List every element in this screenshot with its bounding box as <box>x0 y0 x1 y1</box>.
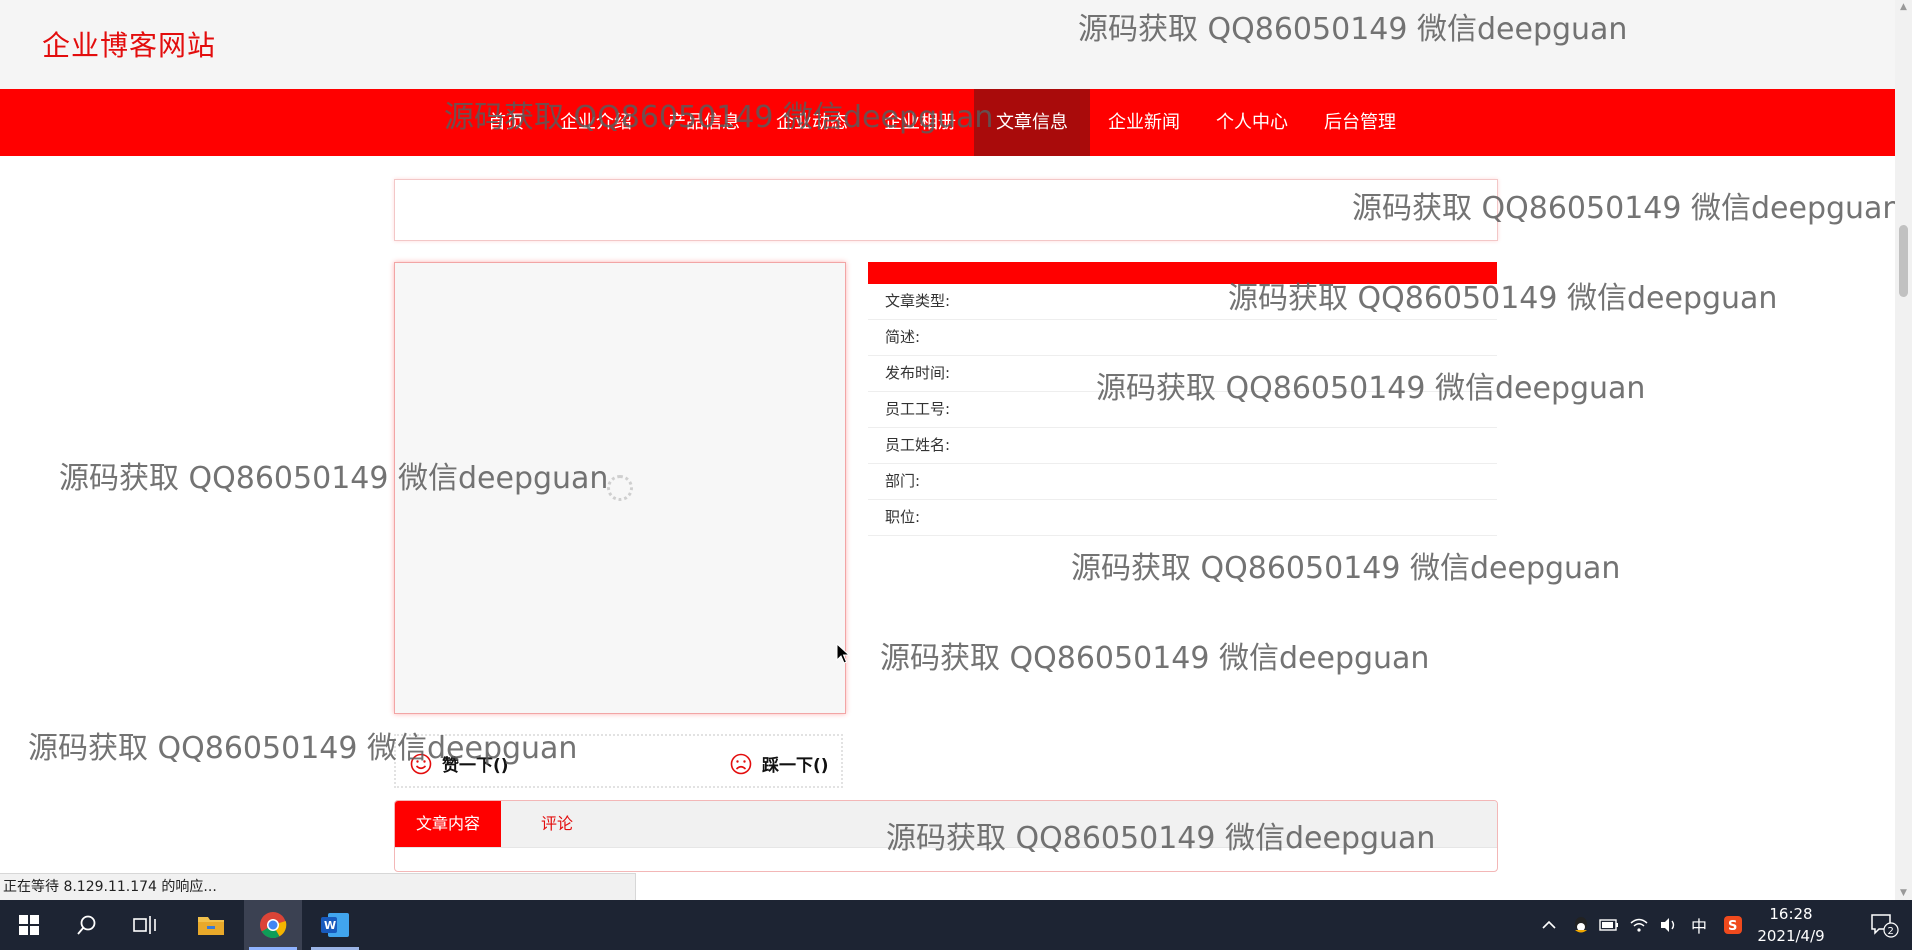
nav-item-news[interactable]: 企业新闻 <box>1090 89 1198 156</box>
title-box <box>394 179 1498 241</box>
frown-icon <box>730 753 752 774</box>
nav-item-home[interactable]: 首页 <box>470 89 542 156</box>
word-icon[interactable]: W <box>306 900 364 950</box>
loading-spinner-icon <box>607 475 633 501</box>
scroll-up-icon[interactable]: ▲ <box>1895 0 1912 14</box>
smile-icon <box>410 753 432 774</box>
dislike-label: 踩一下() <box>762 756 829 776</box>
site-header: 企业博客网站 <box>0 0 1895 89</box>
info-panel-header <box>868 262 1497 284</box>
status-bar: 正在等待 8.129.11.174 的响应... <box>0 873 636 900</box>
ime-indicator[interactable]: 中 <box>1686 900 1712 950</box>
watermark-text: 源码获取 QQ86050149 微信deepguan <box>880 641 1430 676</box>
tab-strip: 文章内容 评论 <box>395 801 1497 848</box>
info-row-article-type: 文章类型: <box>868 284 1497 320</box>
info-row-employee-name: 员工姓名: <box>868 428 1497 464</box>
article-image <box>394 262 846 714</box>
svg-text:S: S <box>1728 919 1737 934</box>
scroll-down-icon[interactable]: ▼ <box>1895 886 1912 900</box>
volume-icon[interactable] <box>1656 900 1682 950</box>
clock-time: 16:28 <box>1769 905 1813 923</box>
tab-comments[interactable]: 评论 <box>501 801 613 847</box>
info-row-publish-time: 发布时间: <box>868 356 1497 392</box>
site-title[interactable]: 企业博客网站 <box>42 24 216 64</box>
sogou-ime-icon[interactable]: S <box>1720 900 1746 950</box>
battery-icon[interactable] <box>1596 900 1622 950</box>
browser-page: 企业博客网站 首页 企业介绍 产品信息 企业动态 企业相册 文章信息 企业新闻 … <box>0 0 1895 900</box>
info-row-position: 职位: <box>868 500 1497 536</box>
page-scrollbar[interactable]: ▲ ▼ <box>1895 0 1912 900</box>
taskbar-clock[interactable]: 16:28 2021/4/9 <box>1750 903 1832 947</box>
tray-expand-icon[interactable] <box>1536 900 1562 950</box>
main-nav: 首页 企业介绍 产品信息 企业动态 企业相册 文章信息 企业新闻 个人中心 后台… <box>0 89 1895 156</box>
content-tabs: 文章内容 评论 <box>394 800 1498 872</box>
vote-box: 赞一下() 踩一下() <box>394 734 843 788</box>
nav-list: 首页 企业介绍 产品信息 企业动态 企业相册 文章信息 企业新闻 个人中心 后台… <box>470 89 1414 156</box>
nav-item-profile[interactable]: 个人中心 <box>1198 89 1306 156</box>
like-button[interactable]: 赞一下() <box>410 751 509 776</box>
nav-item-products[interactable]: 产品信息 <box>650 89 758 156</box>
qq-tray-icon[interactable] <box>1568 900 1594 950</box>
info-row-department: 部门: <box>868 464 1497 500</box>
file-explorer-icon[interactable] <box>182 900 240 950</box>
svg-text:W: W <box>324 919 336 932</box>
start-icon[interactable] <box>0 900 58 950</box>
article-info-panel: 文章类型: 简述: 发布时间: 员工工号: 员工姓名: 部门: 职位: <box>868 262 1497 536</box>
tab-article-content[interactable]: 文章内容 <box>395 801 502 847</box>
nav-item-company-updates[interactable]: 企业动态 <box>758 89 866 156</box>
notification-count: 2 <box>1888 926 1894 937</box>
windows-taskbar: W 中 S 2 <box>0 900 1912 950</box>
mouse-cursor-icon <box>836 643 850 664</box>
nav-item-articles[interactable]: 文章信息 <box>974 89 1090 156</box>
search-icon[interactable] <box>58 900 116 950</box>
wifi-icon[interactable] <box>1626 900 1652 950</box>
info-row-employee-id: 员工工号: <box>868 392 1497 428</box>
chrome-icon[interactable] <box>244 900 302 950</box>
nav-item-admin[interactable]: 后台管理 <box>1306 89 1414 156</box>
info-row-summary: 简述: <box>868 320 1497 356</box>
nav-item-album[interactable]: 企业相册 <box>866 89 974 156</box>
scroll-thumb[interactable] <box>1899 225 1908 297</box>
watermark-text: 源码获取 QQ86050149 微信deepguan <box>1071 551 1621 586</box>
nav-item-company-intro[interactable]: 企业介绍 <box>542 89 650 156</box>
like-label: 赞一下() <box>442 756 509 776</box>
task-view-icon[interactable] <box>116 900 174 950</box>
clock-date: 2021/4/9 <box>1757 927 1825 945</box>
notification-center-icon[interactable]: 2 <box>1862 900 1906 950</box>
dislike-button[interactable]: 踩一下() <box>730 751 829 776</box>
